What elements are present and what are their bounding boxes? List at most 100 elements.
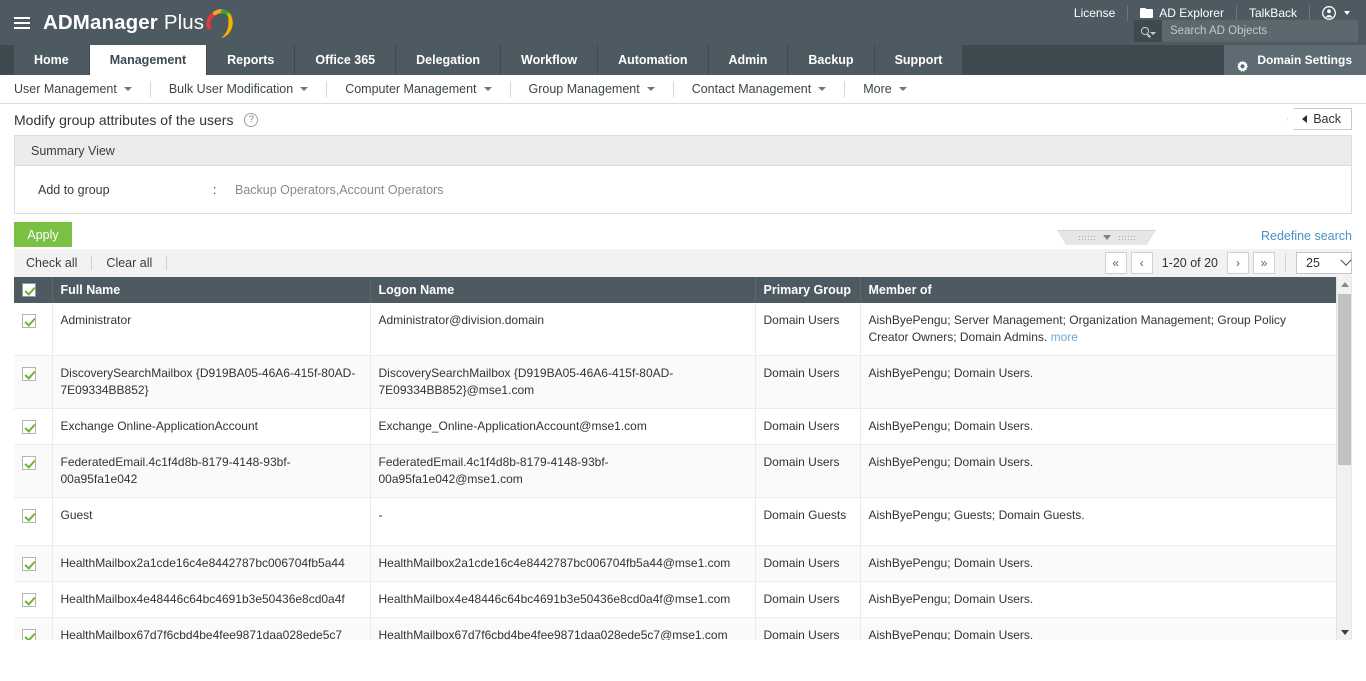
apply-button[interactable]: Apply — [14, 222, 72, 247]
brand-name-light: Plus — [163, 10, 205, 34]
tab-home[interactable]: Home — [14, 45, 90, 75]
subnav-contact-management[interactable]: Contact Management — [674, 81, 846, 97]
next-page-button[interactable]: › — [1227, 252, 1249, 274]
subnav-label: Group Management — [528, 82, 640, 96]
folder-icon — [1140, 8, 1154, 18]
cell-full-name: DiscoverySearchMailbox {D919BA05-46A6-41… — [52, 355, 371, 409]
chevron-down-icon — [123, 87, 132, 91]
hamburger-icon[interactable] — [14, 16, 30, 29]
cell-full-name: FederatedEmail.4c1f4d8b-8179-4148-93bf-0… — [52, 444, 371, 498]
row-select-cell — [14, 355, 53, 409]
cell-logon-name: HealthMailbox4e48446c64bc4691b3e50436e8c… — [370, 581, 756, 618]
row-select-cell — [14, 408, 53, 445]
table-row[interactable]: Guest - Domain Guests AishByePengu; Gues… — [14, 497, 1336, 546]
cell-logon-name: HealthMailbox2a1cde16c4e8442787bc006704f… — [370, 545, 756, 582]
back-button[interactable]: Back — [1287, 108, 1352, 130]
row-checkbox[interactable] — [22, 366, 36, 381]
row-checkbox[interactable] — [22, 628, 36, 640]
row-checkbox[interactable] — [22, 419, 36, 434]
check-all-link[interactable]: Check all — [26, 256, 93, 270]
search-icon[interactable] — [1134, 20, 1162, 42]
cell-member-of: AishByePengu; Domain Users. — [860, 617, 1336, 640]
tab-delegation[interactable]: Delegation — [396, 45, 502, 75]
row-select-cell — [14, 545, 53, 582]
chevron-down-icon — [483, 87, 492, 91]
first-page-button[interactable]: « — [1104, 252, 1127, 274]
row-select-cell — [14, 497, 53, 546]
redefine-search-link[interactable]: Redefine search — [1261, 229, 1352, 243]
row-checkbox[interactable] — [22, 508, 36, 523]
row-checkbox[interactable] — [22, 592, 36, 607]
page-size-select[interactable]: 25 — [1296, 252, 1352, 274]
license-link[interactable]: License — [1062, 5, 1129, 21]
talkback-link[interactable]: TalkBack — [1237, 5, 1310, 21]
cell-member-of: AishByePengu; Server Management; Organiz… — [860, 303, 1336, 356]
table-row[interactable]: HealthMailbox2a1cde16c4e8442787bc006704f… — [14, 545, 1336, 582]
gear-icon — [1236, 54, 1249, 72]
cell-member-of: AishByePengu; Domain Users. — [860, 355, 1336, 409]
row-select-cell — [14, 303, 53, 356]
subnav-user-management[interactable]: User Management — [14, 81, 151, 97]
tab-workflow[interactable]: Workflow — [501, 45, 599, 75]
chevron-left-icon — [1302, 115, 1308, 123]
tab-backup[interactable]: Backup — [788, 45, 875, 75]
column-member-of[interactable]: Member of — [860, 277, 1336, 303]
table-row[interactable]: Exchange Online-ApplicationAccount Excha… — [14, 408, 1336, 445]
more-link[interactable]: more — [1051, 330, 1078, 344]
row-checkbox[interactable] — [22, 455, 36, 470]
column-primary-group[interactable]: Primary Group — [755, 277, 861, 303]
table-row[interactable]: HealthMailbox4e48446c64bc4691b3e50436e8c… — [14, 581, 1336, 618]
subnav-computer-management[interactable]: Computer Management — [327, 81, 511, 97]
column-logon-name[interactable]: Logon Name — [370, 277, 756, 303]
scroll-down-icon[interactable] — [1337, 625, 1351, 640]
divider — [1285, 254, 1286, 272]
table-row[interactable]: HealthMailbox67d7f6cbd4be4fee9871daa028e… — [14, 617, 1336, 640]
tab-admin[interactable]: Admin — [708, 45, 789, 75]
row-select-cell — [14, 581, 53, 618]
search-input[interactable] — [1162, 20, 1358, 42]
tab-automation[interactable]: Automation — [598, 45, 709, 75]
user-account-menu[interactable] — [1310, 5, 1358, 21]
select-all-header — [14, 277, 53, 303]
cell-primary-group: Domain Guests — [755, 497, 861, 546]
domain-settings-button[interactable]: Domain Settings — [1224, 45, 1366, 75]
select-all-checkbox[interactable] — [22, 283, 36, 298]
app-logo[interactable]: ADManager Plus — [43, 7, 235, 39]
table-header-row: Full Name Logon Name Primary Group Membe… — [14, 277, 1336, 303]
top-header-bar: ADManager Plus License AD Explorer TalkB… — [0, 0, 1366, 45]
tab-office-365[interactable]: Office 365 — [295, 45, 397, 75]
subnav-label: More — [863, 82, 892, 96]
ad-explorer-link[interactable]: AD Explorer — [1128, 5, 1237, 21]
row-checkbox[interactable] — [22, 313, 36, 328]
tab-management[interactable]: Management — [89, 45, 208, 75]
prev-page-button[interactable]: ‹ — [1130, 252, 1153, 274]
table-vertical-scrollbar[interactable] — [1336, 277, 1351, 640]
global-search — [1134, 20, 1358, 42]
subnav-more[interactable]: More — [845, 81, 924, 97]
cell-full-name: HealthMailbox4e48446c64bc4691b3e50436e8c… — [52, 581, 371, 618]
subnav-bulk-user-modification[interactable]: Bulk User Modification — [151, 81, 328, 97]
tab-reports[interactable]: Reports — [207, 45, 296, 75]
table-row[interactable]: FederatedEmail.4c1f4d8b-8179-4148-93bf-0… — [14, 444, 1336, 498]
back-label: Back — [1313, 112, 1341, 126]
table-row[interactable]: Administrator Administrator@division.dom… — [14, 303, 1336, 356]
scrollbar-thumb[interactable] — [1338, 294, 1351, 465]
results-table-container: Full Name Logon Name Primary Group Membe… — [14, 277, 1352, 640]
cell-primary-group: Domain Users — [755, 303, 861, 356]
help-icon[interactable]: ? — [244, 112, 259, 127]
clear-all-link[interactable]: Clear all — [92, 256, 168, 270]
subnav-label: User Management — [14, 82, 117, 96]
summary-section: Summary View Add to group : Backup Opera… — [0, 135, 1366, 214]
tab-support[interactable]: Support — [874, 45, 964, 75]
table-row[interactable]: DiscoverySearchMailbox {D919BA05-46A6-41… — [14, 355, 1336, 409]
cell-primary-group: Domain Users — [755, 617, 861, 640]
page-size-value: 25 — [1306, 256, 1320, 270]
subnav-label: Bulk User Modification — [168, 82, 294, 96]
summary-view-body: Add to group : Backup Operators,Account … — [15, 166, 1351, 213]
row-checkbox[interactable] — [22, 556, 36, 571]
subnav-label: Contact Management — [691, 82, 812, 96]
column-full-name[interactable]: Full Name — [52, 277, 371, 303]
subnav-group-management[interactable]: Group Management — [511, 81, 674, 97]
last-page-button[interactable]: » — [1253, 252, 1275, 274]
scroll-up-icon[interactable] — [1337, 277, 1351, 292]
